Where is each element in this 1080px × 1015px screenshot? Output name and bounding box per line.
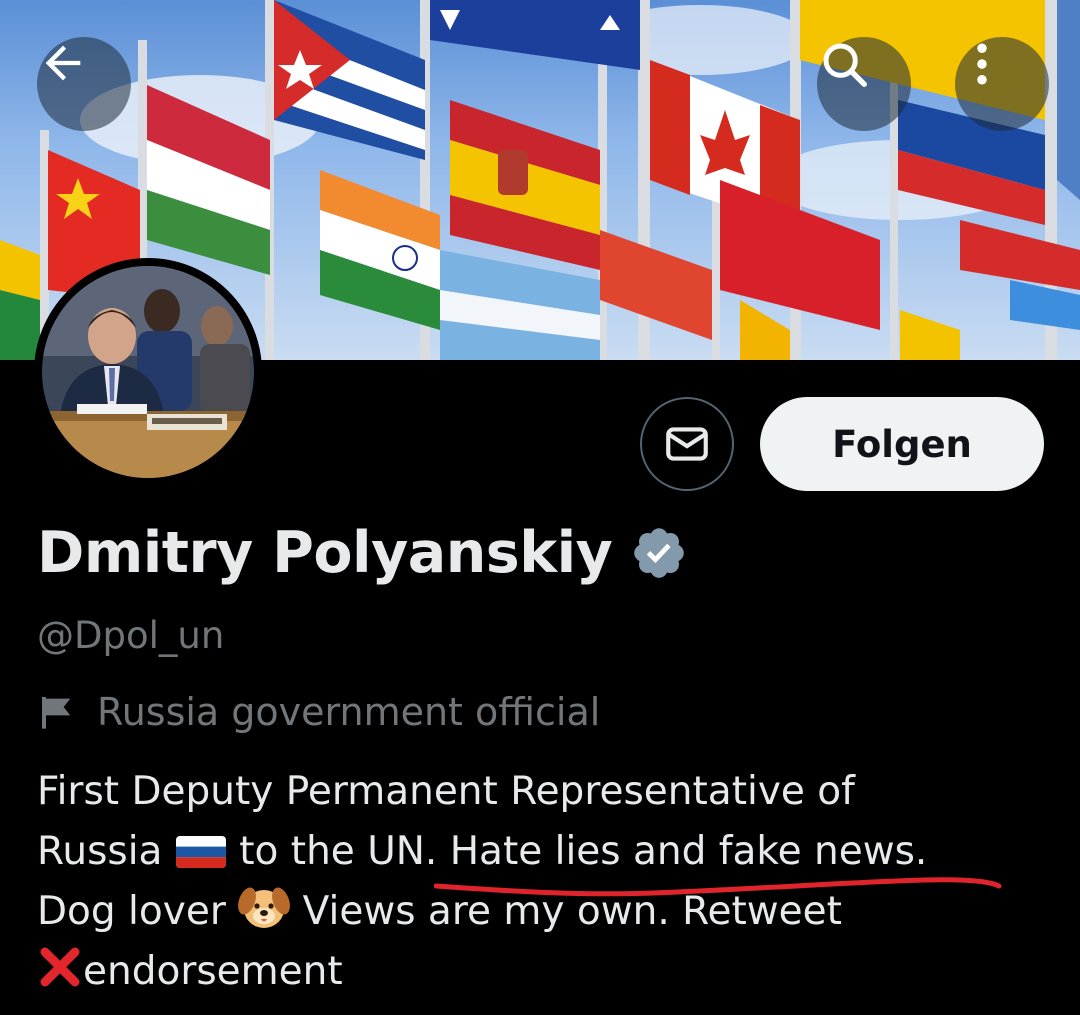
bio-line-4: endorsement [37, 942, 1047, 1002]
bio-text: Views are my own. Retweet [302, 889, 842, 934]
follow-button[interactable]: Folgen [760, 397, 1044, 491]
dog-face-emoji-icon [238, 887, 291, 928]
affiliation-text: Russia government official [97, 690, 601, 734]
flag-icon [42, 697, 71, 729]
russia-flag-emoji-icon [175, 836, 226, 868]
bio-text: Dog lover [37, 889, 226, 934]
search-icon [823, 43, 867, 87]
display-name: Dmitry Polyanskiy [37, 520, 613, 586]
envelope-icon [666, 427, 708, 461]
affiliation-label: Russia government official [37, 690, 600, 734]
bio-text: endorsement [83, 949, 343, 994]
avatar-photo [42, 266, 254, 478]
bio-text: Russia [37, 829, 163, 874]
back-button[interactable] [37, 37, 131, 131]
search-button[interactable] [817, 37, 911, 131]
profile-name-row: Dmitry Polyanskiy [37, 520, 688, 586]
verified-badge-icon[interactable] [630, 524, 688, 582]
arrow-left-icon [45, 45, 81, 81]
bio-line-3: Dog lover Views are my own. Retweet [37, 882, 1047, 942]
bio-line-2: Russia to the UN. Hate lies and fake new… [37, 822, 1047, 897]
profile-handle: @Dpol_un [37, 614, 225, 657]
message-button[interactable] [640, 397, 734, 491]
avatar[interactable] [34, 258, 262, 486]
bio-line-1: First Deputy Permanent Representative of [37, 769, 855, 814]
more-options-button[interactable] [955, 37, 1049, 131]
profile-bio: First Deputy Permanent Representative of… [37, 762, 1047, 1002]
more-vertical-icon [977, 43, 987, 85]
cross-mark-emoji-icon [40, 947, 80, 987]
